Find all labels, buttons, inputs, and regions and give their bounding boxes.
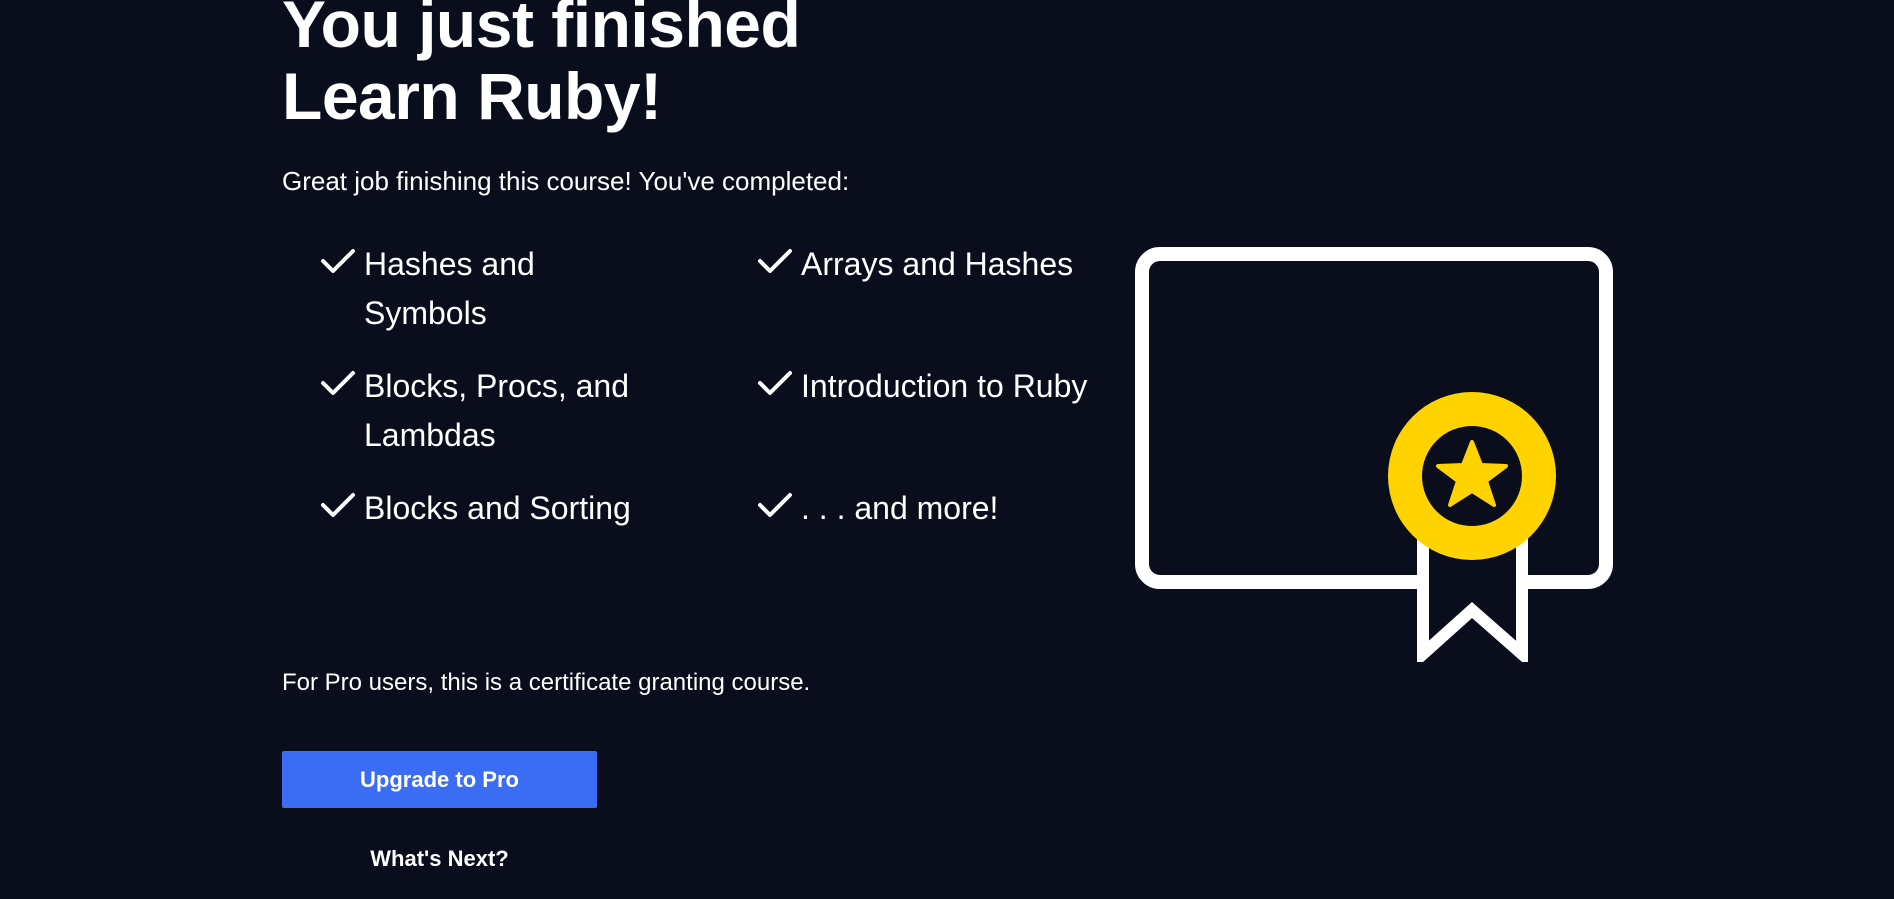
- check-icon: [757, 240, 801, 289]
- certificate-frame: [1135, 247, 1613, 589]
- list-item-label: Blocks, Procs, and Lambdas: [364, 368, 629, 453]
- list-item-label: Introduction to Ruby: [801, 368, 1088, 404]
- certificate-note: For Pro users, this is a certificate gra…: [282, 669, 811, 696]
- check-icon: [757, 362, 801, 411]
- list-item-label: Arrays and Hashes: [801, 246, 1074, 282]
- list-item-label: Hashes and Symbols: [364, 246, 535, 331]
- certificate-badge-icon: [1135, 247, 1613, 662]
- check-icon: [320, 240, 364, 289]
- completion-subtitle: Great job finishing this course! You've …: [282, 166, 850, 196]
- check-icon: [320, 484, 364, 533]
- list-item-label: Blocks and Sorting: [364, 490, 631, 526]
- page-title-line-1: You just finished: [282, 0, 801, 61]
- upgrade-to-pro-button[interactable]: Upgrade to Pro: [282, 751, 597, 808]
- whats-next-link[interactable]: What's Next?: [282, 843, 597, 875]
- page-title: You just finished Learn Ruby!: [282, 0, 801, 133]
- completed-lessons-list: Hashes and Symbols Arrays and Hashes Blo…: [320, 240, 1120, 533]
- list-item-label: . . . and more!: [801, 490, 999, 526]
- page-title-line-2: Learn Ruby!: [282, 59, 662, 133]
- list-item: Arrays and Hashes: [757, 240, 1120, 338]
- list-item: Hashes and Symbols: [320, 240, 757, 338]
- course-complete-page: You just finished Learn Ruby! Great job …: [0, 0, 1894, 899]
- check-icon: [320, 362, 364, 411]
- list-item: Blocks and Sorting: [320, 484, 757, 533]
- list-item: Blocks, Procs, and Lambdas: [320, 362, 757, 460]
- list-item: Introduction to Ruby: [757, 362, 1120, 460]
- list-item: . . . and more!: [757, 484, 1120, 533]
- check-icon: [757, 484, 801, 533]
